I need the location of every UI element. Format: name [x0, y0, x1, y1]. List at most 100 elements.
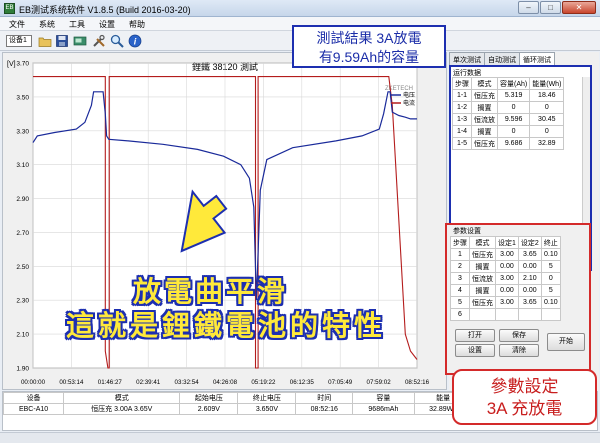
y-tick-label: 2.50: [16, 264, 29, 271]
table-cell: 恒压充: [471, 89, 498, 102]
table-cell: 1: [450, 248, 470, 261]
status-header: 时间: [295, 392, 354, 404]
y-axis-ticks: 1.90 2.10 2.30 2.50 2.70 2.90 3.10 3.30 3.50 3.70: [16, 61, 29, 373]
instrument-icon[interactable]: [73, 34, 87, 48]
menu-system[interactable]: 系统: [30, 17, 60, 30]
info-icon[interactable]: i: [128, 34, 142, 48]
table-cell: 3.00: [495, 272, 519, 285]
save-disk-icon[interactable]: [55, 34, 69, 48]
tab-cycle-test[interactable]: 循环测试: [519, 52, 555, 65]
table-row[interactable]: 3 恒流放 3.00 2.10 0: [450, 272, 561, 285]
table-cell: 恒流放: [469, 272, 496, 285]
watermark-text: ZKETECH: [385, 86, 413, 92]
table-cell: 5.319: [496, 89, 531, 102]
table-cell: 搁置: [471, 101, 498, 114]
table-cell: 3.00: [495, 248, 519, 261]
table-cell: 0: [496, 101, 531, 114]
window-title: EB测试系统软件 V1.8.5 (Build 2016-03-20): [19, 5, 191, 15]
table-row[interactable]: 1-2 搁置 0 0: [452, 101, 565, 114]
status-header: 容量: [352, 392, 415, 404]
y-tick-label: 2.10: [16, 332, 29, 339]
param-callout: 參數設定 3A 充放電: [452, 369, 597, 425]
right-panel: 单次测试 自动测试 循环测试 运行数据 步骤 模式 容量(Ah) 能量(Wh) 1-1…: [445, 52, 599, 390]
table-cell: 搁置: [471, 125, 498, 138]
x-tick-label: 03:32:54: [175, 379, 200, 386]
table-cell: 1-1: [452, 89, 472, 102]
status-header: 终止电压: [237, 392, 297, 404]
title-bar: EB EB测试系统软件 V1.8.5 (Build 2016-03-20) – …: [0, 0, 600, 17]
menu-file[interactable]: 文件: [0, 17, 30, 30]
table-cell: 9.596: [496, 113, 531, 126]
table-row[interactable]: 1-3 恒流放 9.596 30.45: [452, 113, 565, 126]
menu-tools[interactable]: 工具: [60, 17, 90, 30]
menu-settings[interactable]: 设置: [90, 17, 120, 30]
table-cell: 2.10: [517, 272, 542, 285]
status-bar: [0, 432, 600, 443]
minimize-button[interactable]: –: [518, 1, 539, 14]
table-cell: 恒压充: [469, 248, 496, 261]
result-callout-line1: 測試結果 3A放電: [316, 30, 422, 46]
maximize-button[interactable]: □: [540, 1, 561, 14]
table-cell: 1-2: [452, 101, 472, 114]
table-cell: 5: [450, 296, 470, 309]
x-tick-label: 06:12:35: [290, 379, 315, 386]
device-select[interactable]: 设备1: [6, 35, 32, 47]
open-button[interactable]: 打开: [455, 329, 495, 342]
y-tick-label: 2.70: [16, 230, 29, 237]
run_data-header: 步骤: [452, 77, 472, 90]
legend-current-label: 电流: [403, 99, 415, 107]
set-button[interactable]: 设置: [455, 344, 495, 357]
result-callout: 測試結果 3A放電 有9.59Ah的容量: [292, 25, 446, 68]
status-cell: 9686mAh: [352, 403, 415, 415]
x-tick-label: 08:52:16: [405, 379, 430, 386]
status-cell: EBC-A10: [2, 403, 65, 415]
save-button[interactable]: 保存: [499, 329, 539, 342]
status-cell: 恒压充 3.00A 3.65V: [63, 403, 181, 415]
zoom-icon[interactable]: [110, 34, 124, 48]
table-row[interactable]: 5 恒压充 3.00 3.65 0.10: [450, 296, 561, 309]
params-header: 设定2: [517, 236, 542, 249]
x-tick-label: 04:26:08: [213, 379, 238, 386]
tab-single-test[interactable]: 单次测试: [449, 52, 485, 65]
run_data-header: 容量(Ah): [496, 77, 531, 90]
x-tick-label: 00:53:14: [59, 379, 84, 386]
table-row[interactable]: 1-4 搁置 0 0: [452, 125, 565, 138]
status-cell: 3.650V: [237, 403, 297, 415]
open-folder-icon[interactable]: [38, 34, 52, 48]
close-button[interactable]: ✕: [562, 1, 596, 14]
clear-button[interactable]: 清除: [499, 344, 539, 357]
table-row[interactable]: 1-5 恒压充 9.686 32.89: [452, 137, 565, 150]
params-header: 步骤: [450, 236, 470, 249]
table-row[interactable]: 4 搁置 0.00 0.00 5: [450, 284, 561, 297]
table-cell: 恒压充: [471, 137, 498, 150]
table-cell: 3.65: [517, 248, 542, 261]
table-row[interactable]: 2 搁置 0.00 0.00 5: [450, 260, 561, 273]
x-tick-label: 07:05:49: [328, 379, 353, 386]
table-cell: [469, 308, 496, 321]
table-cell: 0: [529, 101, 565, 114]
start-button[interactable]: 开始: [547, 333, 585, 351]
status-header: 起始电压: [179, 392, 239, 404]
table-cell: 0.00: [495, 260, 519, 273]
y-tick-label: 1.90: [16, 366, 29, 373]
table-cell: 30.45: [529, 113, 565, 126]
table-cell: [495, 308, 519, 321]
menu-help[interactable]: 帮助: [120, 17, 150, 30]
table-cell: 0.00: [517, 284, 542, 297]
test-mode-tabs: 单次测试 自动测试 循环测试: [449, 52, 555, 65]
params-header: 模式: [469, 236, 496, 249]
status-cell: 2.609V: [179, 403, 239, 415]
table-cell: 5: [540, 284, 561, 297]
y-tick-label: 2.90: [16, 196, 29, 203]
table-row[interactable]: 1-1 恒压充 5.319 18.46: [452, 89, 565, 102]
table-row[interactable]: 6: [450, 308, 561, 321]
tab-auto-test[interactable]: 自动测试: [484, 52, 520, 65]
x-tick-label: 07:59:02: [367, 379, 392, 386]
tools-icon[interactable]: [92, 34, 106, 48]
table-row[interactable]: 1 恒压充 3.00 3.65 0.10: [450, 248, 561, 261]
table-cell: 2: [450, 260, 470, 273]
param-title: 参数设置: [453, 228, 481, 235]
y-tick-label: 2.30: [16, 298, 29, 305]
app-icon: EB: [4, 3, 15, 14]
status-header: 设备: [2, 392, 65, 404]
